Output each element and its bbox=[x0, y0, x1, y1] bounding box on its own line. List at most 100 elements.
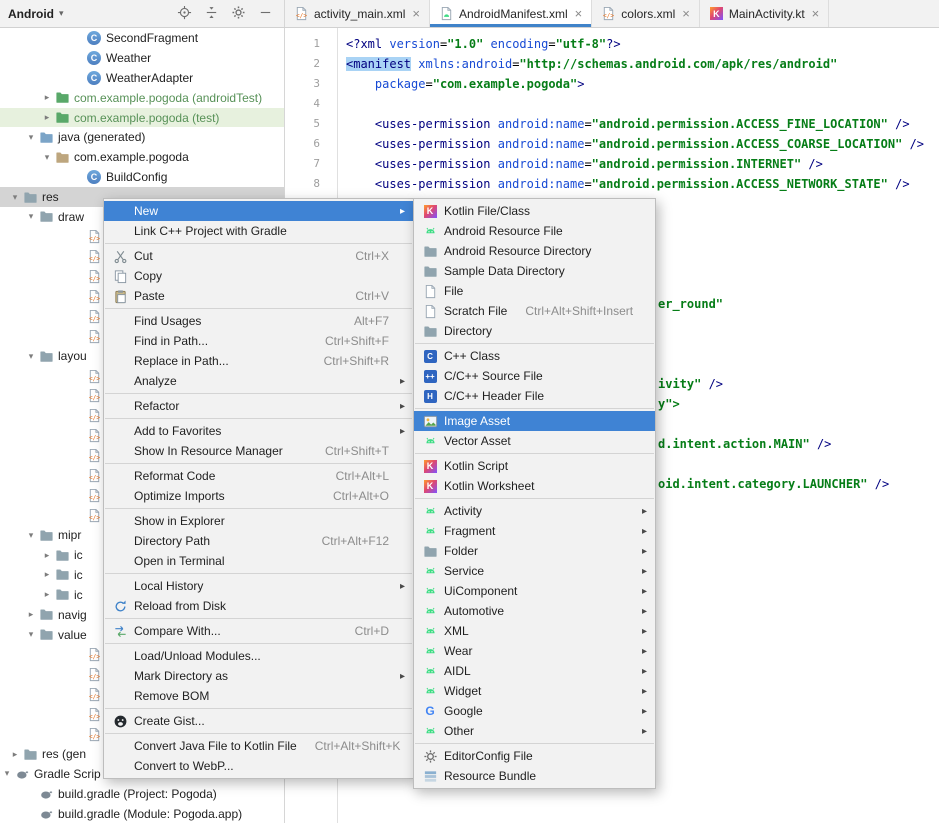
submenu-item-c-c-source-file[interactable]: ++ C/C++ Source File bbox=[414, 366, 655, 386]
menu-item-refactor[interactable]: Refactor ▸ bbox=[104, 396, 413, 416]
toolbar-button[interactable] bbox=[175, 5, 193, 23]
submenu-item-file[interactable]: File bbox=[414, 281, 655, 301]
menu-item-find-in-path[interactable]: Find in Path... Ctrl+Shift+F bbox=[104, 331, 413, 351]
submenu-item-android-resource-file[interactable]: Android Resource File bbox=[414, 221, 655, 241]
menu-item-add-to-favorites[interactable]: Add to Favorites ▸ bbox=[104, 421, 413, 441]
submenu-item-uicomponent[interactable]: UiComponent ▸ bbox=[414, 581, 655, 601]
menu-item-compare-with[interactable]: Compare With... Ctrl+D bbox=[104, 621, 413, 641]
tree-expand-chevron[interactable]: ▸ bbox=[8, 749, 22, 760]
submenu-item-c-class[interactable]: C C++ Class bbox=[414, 346, 655, 366]
tree-expand-chevron[interactable]: ▾ bbox=[24, 629, 38, 640]
tree-expand-chevron[interactable]: ▾ bbox=[24, 530, 38, 541]
submenu-item-editorconfig-file[interactable]: EditorConfig File bbox=[414, 746, 655, 766]
menu-item-new[interactable]: New ▸ bbox=[104, 201, 413, 221]
close-tab-icon[interactable]: × bbox=[812, 6, 820, 21]
submenu-item-resource-bundle[interactable]: Resource Bundle bbox=[414, 766, 655, 786]
tree-expand-chevron[interactable]: ▾ bbox=[0, 768, 14, 779]
tree-expand-chevron[interactable]: ▸ bbox=[40, 569, 54, 580]
submenu-item-kotlin-script[interactable]: K Kotlin Script bbox=[414, 456, 655, 476]
submenu-item-service[interactable]: Service ▸ bbox=[414, 561, 655, 581]
menu-item-local-history[interactable]: Local History ▸ bbox=[104, 576, 413, 596]
toolbar-button[interactable] bbox=[256, 5, 274, 23]
menu-item-reformat-code[interactable]: Reformat Code Ctrl+Alt+L bbox=[104, 466, 413, 486]
xml-file-icon: </> bbox=[601, 6, 616, 21]
tree-expand-chevron[interactable]: ▾ bbox=[24, 132, 38, 143]
tree-row-build-gradle-module-pogoda-app[interactable]: build.gradle (Module: Pogoda.app) bbox=[0, 804, 285, 823]
project-toolbar: Android ▾ bbox=[0, 0, 285, 27]
menu-item-convert-java-file-to-kotlin-file[interactable]: Convert Java File to Kotlin File Ctrl+Al… bbox=[104, 736, 413, 756]
menu-item-analyze[interactable]: Analyze ▸ bbox=[104, 371, 413, 391]
project-view-selector[interactable]: Android ▾ bbox=[8, 7, 64, 21]
toolbar-button[interactable] bbox=[229, 5, 247, 23]
code-line bbox=[346, 94, 939, 114]
menu-item-show-in-explorer[interactable]: Show in Explorer bbox=[104, 511, 413, 531]
tree-row-com-example-pogoda[interactable]: ▾ com.example.pogoda bbox=[0, 147, 285, 167]
submenu-item-xml[interactable]: XML ▸ bbox=[414, 621, 655, 641]
submenu-item-image-asset[interactable]: Image Asset bbox=[414, 411, 655, 431]
tree-row-java-generated[interactable]: ▾ java (generated) bbox=[0, 127, 285, 147]
menu-item-convert-to-webp[interactable]: Convert to WebP... bbox=[104, 756, 413, 776]
menu-item-mark-directory-as[interactable]: Mark Directory as ▸ bbox=[104, 666, 413, 686]
submenu-item-android-resource-directory[interactable]: Android Resource Directory bbox=[414, 241, 655, 261]
submenu-item-directory[interactable]: Directory bbox=[414, 321, 655, 341]
submenu-item-c-c-header-file[interactable]: H C/C++ Header File bbox=[414, 386, 655, 406]
tree-expand-chevron[interactable]: ▸ bbox=[24, 609, 38, 620]
submenu-item-sample-data-directory[interactable]: Sample Data Directory bbox=[414, 261, 655, 281]
menu-item-optimize-imports[interactable]: Optimize Imports Ctrl+Alt+O bbox=[104, 486, 413, 506]
tree-row-weather[interactable]: C Weather bbox=[0, 48, 285, 68]
editor-tab-activity-main-xml[interactable]: </> activity_main.xml × bbox=[285, 0, 430, 27]
menu-item-load-unload-modules[interactable]: Load/Unload Modules... bbox=[104, 646, 413, 666]
editor-tab-colors-xml[interactable]: </> colors.xml × bbox=[592, 0, 700, 27]
tree-row-buildconfig[interactable]: C BuildConfig bbox=[0, 167, 285, 187]
menu-item-link-c-project-with-gradle[interactable]: Link C++ Project with Gradle bbox=[104, 221, 413, 241]
menu-item-reload-from-disk[interactable]: Reload from Disk bbox=[104, 596, 413, 616]
menu-item-directory-path[interactable]: Directory Path Ctrl+Alt+F12 bbox=[104, 531, 413, 551]
submenu-item-wear[interactable]: Wear ▸ bbox=[414, 641, 655, 661]
menu-item-copy[interactable]: Copy bbox=[104, 266, 413, 286]
editor-tab-androidmanifest-xml[interactable]: AndroidManifest.xml × bbox=[430, 0, 592, 27]
svg-text:</>: </> bbox=[89, 415, 100, 422]
menu-item-find-usages[interactable]: Find Usages Alt+F7 bbox=[104, 311, 413, 331]
close-tab-icon[interactable]: × bbox=[575, 6, 583, 21]
kotlin-class-icon: C bbox=[86, 30, 102, 46]
editor-tab-mainactivity-kt[interactable]: K MainActivity.kt × bbox=[700, 0, 829, 27]
menu-item-show-in-resource-manager[interactable]: Show In Resource Manager Ctrl+Shift+T bbox=[104, 441, 413, 461]
tree-row-weatheradapter[interactable]: C WeatherAdapter bbox=[0, 68, 285, 88]
menu-item-open-in-terminal[interactable]: Open in Terminal bbox=[104, 551, 413, 571]
tree-expand-chevron[interactable]: ▾ bbox=[24, 351, 38, 362]
tree-expand-chevron[interactable]: ▾ bbox=[8, 192, 22, 203]
menu-item-cut[interactable]: Cut Ctrl+X bbox=[104, 246, 413, 266]
submenu-item-vector-asset[interactable]: Vector Asset bbox=[414, 431, 655, 451]
submenu-item-aidl[interactable]: AIDL ▸ bbox=[414, 661, 655, 681]
menu-item-create-gist[interactable]: Create Gist... bbox=[104, 711, 413, 731]
tree-expand-chevron[interactable]: ▸ bbox=[40, 112, 54, 123]
submenu-item-widget[interactable]: Widget ▸ bbox=[414, 681, 655, 701]
menu-item-paste[interactable]: Paste Ctrl+V bbox=[104, 286, 413, 306]
submenu-item-kotlin-worksheet[interactable]: K Kotlin Worksheet bbox=[414, 476, 655, 496]
submenu-item-activity[interactable]: Activity ▸ bbox=[414, 501, 655, 521]
tree-expand-chevron[interactable]: ▸ bbox=[40, 589, 54, 600]
tree-row-com-example-pogoda-test[interactable]: ▸ com.example.pogoda (test) bbox=[0, 108, 285, 128]
tree-expand-chevron[interactable]: ▾ bbox=[24, 211, 38, 222]
tree-row-secondfragment[interactable]: C SecondFragment bbox=[0, 28, 285, 48]
android-icon bbox=[421, 523, 439, 539]
toolbar-button[interactable] bbox=[202, 5, 220, 23]
tree-expand-chevron[interactable]: ▸ bbox=[40, 92, 54, 103]
submenu-item-folder[interactable]: Folder ▸ bbox=[414, 541, 655, 561]
android-icon bbox=[421, 223, 439, 239]
submenu-item-google[interactable]: G Google ▸ bbox=[414, 701, 655, 721]
submenu-arrow-icon: ▸ bbox=[637, 526, 647, 537]
menu-item-remove-bom[interactable]: Remove BOM bbox=[104, 686, 413, 706]
tree-row-com-example-pogoda-androidtest[interactable]: ▸ com.example.pogoda (androidTest) bbox=[0, 88, 285, 108]
tree-row-build-gradle-project-pogoda[interactable]: build.gradle (Project: Pogoda) bbox=[0, 784, 285, 804]
submenu-item-kotlin-file-class[interactable]: K Kotlin File/Class bbox=[414, 201, 655, 221]
submenu-item-automotive[interactable]: Automotive ▸ bbox=[414, 601, 655, 621]
tree-expand-chevron[interactable]: ▾ bbox=[40, 152, 54, 163]
submenu-item-fragment[interactable]: Fragment ▸ bbox=[414, 521, 655, 541]
submenu-item-scratch-file[interactable]: Scratch File Ctrl+Alt+Shift+Insert bbox=[414, 301, 655, 321]
close-tab-icon[interactable]: × bbox=[412, 6, 420, 21]
menu-item-replace-in-path[interactable]: Replace in Path... Ctrl+Shift+R bbox=[104, 351, 413, 371]
tree-expand-chevron[interactable]: ▸ bbox=[40, 550, 54, 561]
submenu-item-other[interactable]: Other ▸ bbox=[414, 721, 655, 741]
close-tab-icon[interactable]: × bbox=[682, 6, 690, 21]
